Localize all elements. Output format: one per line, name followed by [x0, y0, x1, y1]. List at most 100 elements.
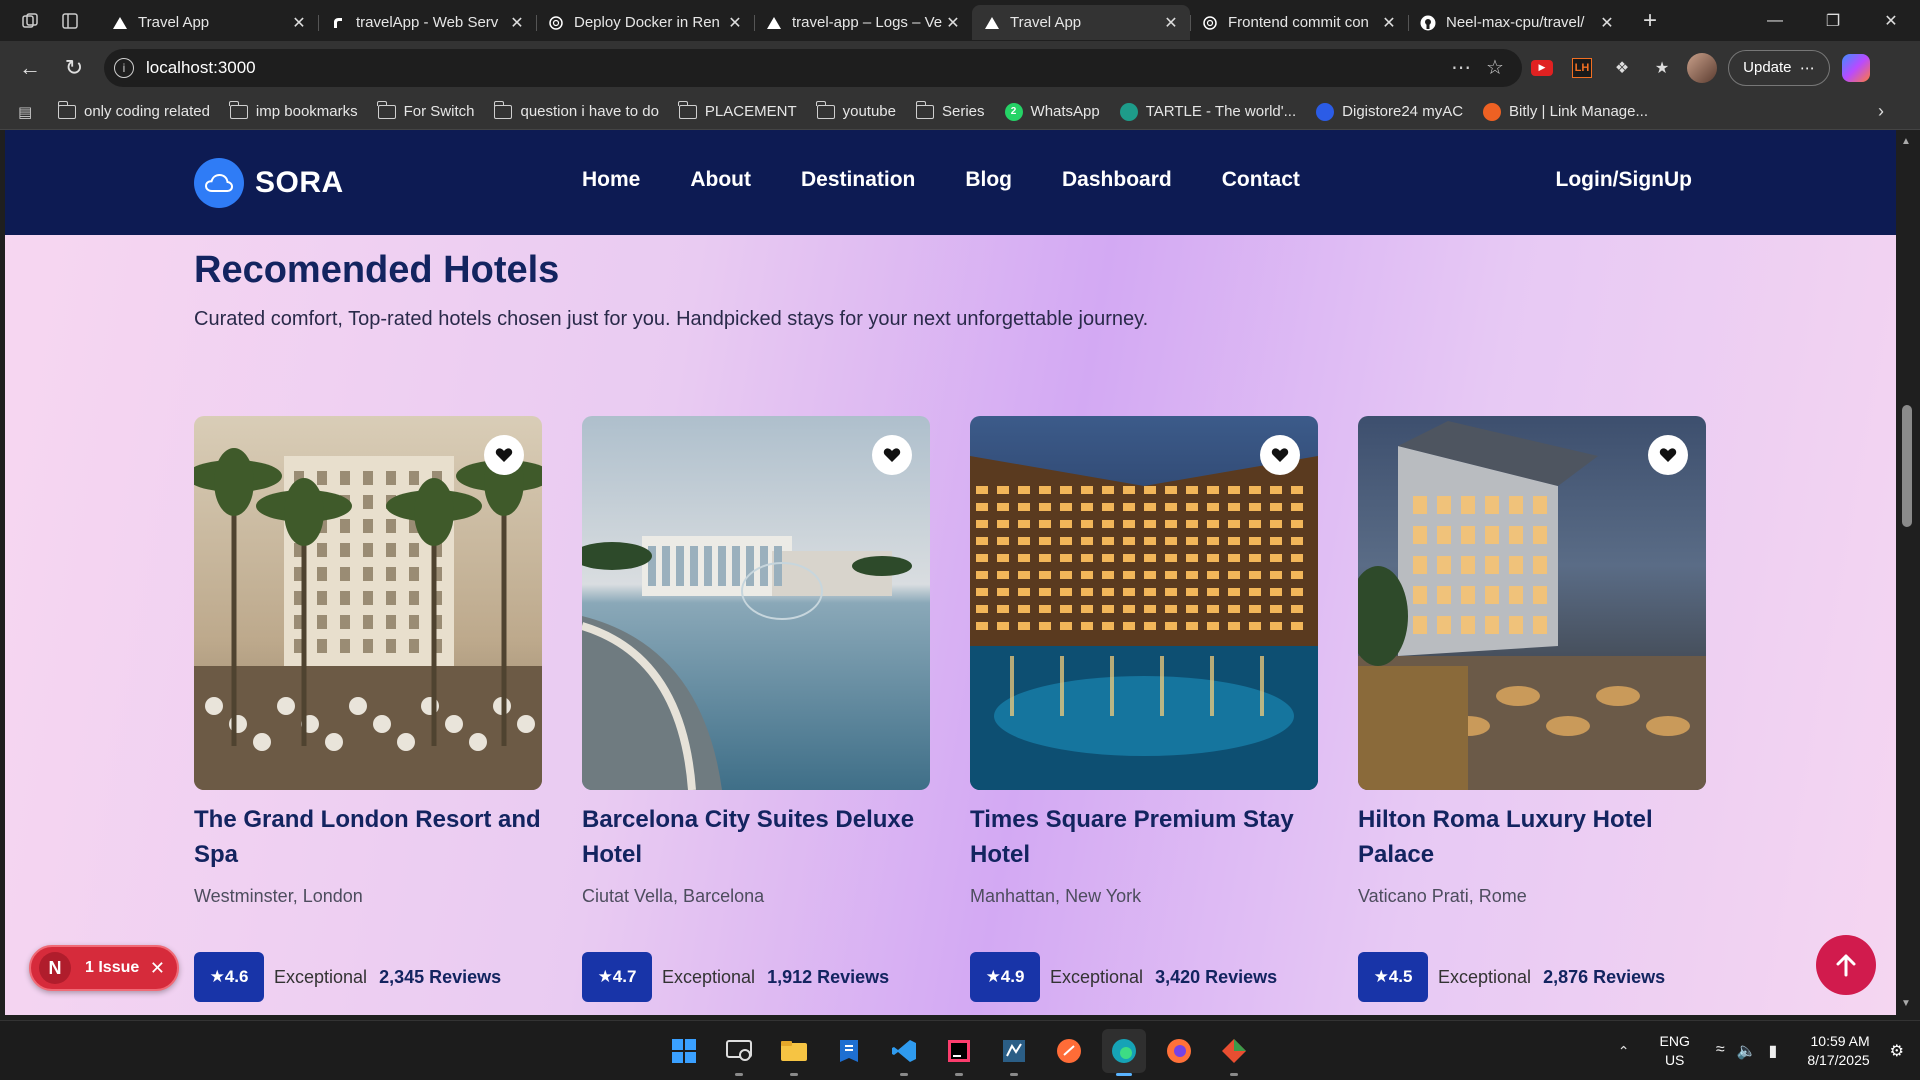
hotel-card[interactable]: Barcelona City Suites Deluxe Hotel Ciutat… [582, 416, 930, 1002]
page-scrollbar[interactable]: ▲ ▼ [1896, 130, 1920, 1015]
browser-tab[interactable]: Travel App ✕ [100, 5, 318, 40]
browser-tab[interactable]: Travel App ✕ [972, 5, 1190, 40]
hotel-image[interactable] [194, 416, 542, 790]
vscode-icon[interactable] [882, 1029, 926, 1076]
heart-favorite-icon[interactable] [1260, 435, 1300, 475]
favorite-star-icon[interactable]: ☆ [1478, 53, 1512, 83]
battery-icon[interactable]: ▮ [1769, 1041, 1778, 1061]
nav-link-blog[interactable]: Blog [965, 168, 1012, 192]
hotel-name[interactable]: Hilton Roma Luxury Hotel Palace [1358, 802, 1706, 872]
bookmarks-overflow-chevron-icon[interactable]: › [1878, 101, 1884, 122]
vercel-triangle-icon [984, 15, 1000, 31]
lighthouse-extension-icon[interactable]: LH [1562, 50, 1602, 86]
language-indicator[interactable]: ENG US [1660, 1032, 1690, 1070]
bookmark-item[interactable]: only coding related [57, 100, 210, 121]
extensions-puzzle-icon[interactable]: ❖ [1602, 50, 1642, 86]
hotel-image[interactable] [582, 416, 930, 790]
omnibox[interactable]: i localhost:3000 ⋯ ☆ [104, 48, 1522, 87]
nav-link-about[interactable]: About [690, 168, 751, 192]
youtube-extension-icon[interactable]: ▶ [1522, 50, 1562, 86]
profile-avatar[interactable] [1682, 50, 1722, 86]
git-tool-icon[interactable] [1212, 1029, 1256, 1076]
nav-link-contact[interactable]: Contact [1222, 168, 1300, 192]
copilot-icon[interactable] [1842, 53, 1870, 82]
hotel-name[interactable]: Times Square Premium Stay Hotel [970, 802, 1318, 872]
bookmark-item[interactable]: PLACEMENT [678, 100, 797, 121]
hotel-name[interactable]: Barcelona City Suites Deluxe Hotel [582, 802, 930, 872]
nav-link-destination[interactable]: Destination [801, 168, 915, 192]
intellij-icon[interactable] [937, 1029, 981, 1076]
reading-mode-icon[interactable]: ⋯ [1444, 53, 1478, 83]
minimize-icon[interactable]: — [1746, 1, 1804, 41]
site-info-icon[interactable]: i [114, 57, 134, 78]
bookmark-label: PLACEMENT [704, 103, 797, 120]
nav-link-dashboard[interactable]: Dashboard [1062, 168, 1172, 192]
login-signup-link[interactable]: Login/SignUp [1556, 168, 1692, 192]
bookmark-item[interactable]: imp bookmarks [229, 100, 358, 121]
restore-icon[interactable]: ❐ [1804, 1, 1862, 41]
close-tab-icon[interactable]: ✕ [1598, 14, 1616, 32]
edge-icon[interactable] [1102, 1029, 1146, 1076]
bookmark-item[interactable]: For Switch [377, 100, 474, 121]
back-arrow-icon[interactable]: ← [12, 50, 48, 86]
file-explorer-icon[interactable] [772, 1029, 816, 1076]
bookmark-item[interactable]: Bitly | Link Manage... [1483, 102, 1648, 121]
postman-icon[interactable] [1047, 1029, 1091, 1073]
hotel-image[interactable] [970, 416, 1318, 790]
hotel-name[interactable]: The Grand London Resort and Spa [194, 802, 542, 872]
remote-desktop-icon[interactable] [717, 1029, 761, 1076]
azure-data-studio-icon[interactable] [827, 1029, 871, 1073]
show-hidden-icons-chevron-icon[interactable]: ⌃ [1618, 1043, 1630, 1060]
close-issue-icon[interactable]: ✕ [150, 958, 165, 979]
hotel-image[interactable] [1358, 416, 1706, 790]
close-tab-icon[interactable]: ✕ [944, 14, 962, 32]
firefox-icon[interactable] [1157, 1029, 1201, 1073]
close-tab-icon[interactable]: ✕ [1380, 14, 1398, 32]
close-tab-icon[interactable]: ✕ [1162, 14, 1180, 32]
browser-tab[interactable]: travel-app – Logs – Ve ✕ [754, 5, 972, 40]
bookmark-item[interactable]: 2 WhatsApp [1004, 102, 1100, 121]
hotel-card[interactable]: Times Square Premium Stay Hotel Manhattan… [970, 416, 1318, 1002]
volume-icon[interactable]: 🔈 [1737, 1041, 1757, 1061]
close-window-icon[interactable]: ✕ [1862, 1, 1920, 41]
hotel-card[interactable]: The Grand London Resort and Spa Westminst… [194, 416, 542, 1002]
scrollbar-thumb[interactable] [1902, 405, 1912, 527]
scroll-up-arrow-icon[interactable]: ▲ [1901, 136, 1911, 147]
notifications-icon[interactable]: ⚙ [1890, 1041, 1904, 1061]
close-tab-icon[interactable]: ✕ [508, 14, 526, 32]
close-tab-icon[interactable]: ✕ [290, 14, 308, 32]
tab-title: travelApp - Web Serv [356, 14, 499, 31]
windows-start-icon[interactable] [662, 1029, 706, 1073]
refresh-icon[interactable]: ↻ [56, 50, 92, 86]
bookmark-item[interactable]: Series [915, 100, 985, 121]
update-button[interactable]: Update ⋯ [1728, 49, 1830, 86]
scroll-to-top-button[interactable] [1816, 935, 1876, 995]
nav-link-home[interactable]: Home [582, 168, 640, 192]
bookmark-item[interactable]: question i have to do [493, 100, 659, 121]
scroll-down-arrow-icon[interactable]: ▼ [1901, 998, 1911, 1009]
new-tab-button[interactable]: + [1632, 6, 1668, 36]
clock[interactable]: 10:59 AM 8/17/2025 [1807, 1032, 1869, 1070]
close-tab-icon[interactable]: ✕ [726, 14, 744, 32]
url-text[interactable]: localhost:3000 [146, 58, 1444, 78]
heart-favorite-icon[interactable] [872, 435, 912, 475]
browser-tab[interactable]: Frontend commit con ✕ [1190, 5, 1408, 40]
hotel-card[interactable]: Hilton Roma Luxury Hotel Palace Vaticano … [1358, 416, 1706, 1002]
heart-favorite-icon[interactable] [484, 435, 524, 475]
bookmarks-bar: ▤ only coding related imp bookmarks For Sw… [0, 94, 1920, 130]
vertical-tabs-icon[interactable] [52, 6, 88, 36]
bookmark-item[interactable]: youtube [816, 100, 896, 121]
favorites-icon[interactable]: ★ [1642, 50, 1682, 86]
mysql-workbench-icon[interactable] [992, 1029, 1036, 1076]
reading-list-icon[interactable]: ▤ [18, 103, 40, 121]
workspaces-icon[interactable] [12, 6, 48, 36]
browser-tab[interactable]: travelApp - Web Serv ✕ [318, 5, 536, 40]
nextjs-issue-badge[interactable]: N 1 Issue ✕ [29, 945, 179, 991]
browser-tab[interactable]: Neel-max-cpu/travel/ ✕ [1408, 5, 1626, 40]
heart-favorite-icon[interactable] [1648, 435, 1688, 475]
site-logo[interactable]: SORA [194, 158, 344, 208]
bookmark-item[interactable]: TARTLE - The world'... [1119, 102, 1296, 121]
bookmark-item[interactable]: Digistore24 myAC [1316, 102, 1463, 121]
wifi-icon[interactable]: ≈ [1716, 1041, 1725, 1061]
browser-tab[interactable]: Deploy Docker in Ren ✕ [536, 5, 754, 40]
